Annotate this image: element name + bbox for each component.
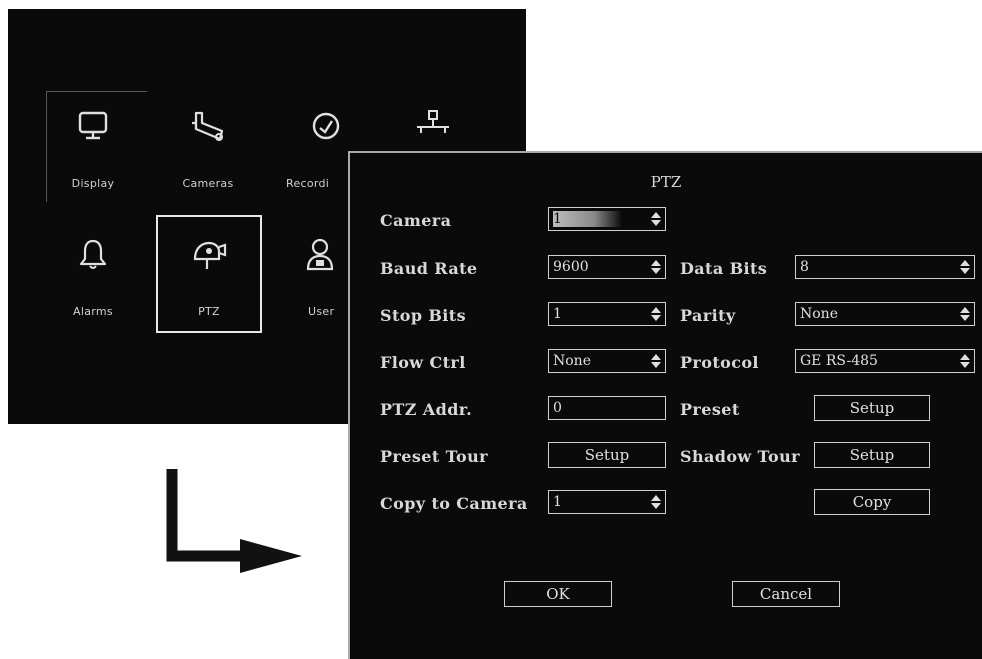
ptz-dialog: PTZ Camera 1 Baud Rate 9600 Data Bits 8 … [348, 151, 982, 659]
preset-label: Preset [680, 400, 740, 419]
menu-tile-cameras[interactable]: Cameras [158, 87, 258, 199]
spinner-icon[interactable] [650, 494, 662, 510]
preset-tour-setup-button[interactable]: Setup [548, 442, 666, 468]
cancel-button[interactable]: Cancel [732, 581, 840, 607]
preset-setup-button[interactable]: Setup [814, 395, 930, 421]
flow-ctrl-value: None [553, 353, 591, 369]
spinner-icon[interactable] [650, 259, 662, 275]
shadow-tour-setup-button[interactable]: Setup [814, 442, 930, 468]
parity-label: Parity [680, 306, 736, 325]
camera-icon [192, 111, 224, 141]
spinner-icon[interactable] [959, 306, 971, 322]
menu-tile-ptz[interactable]: PTZ [156, 215, 262, 333]
data-bits-value: 8 [800, 259, 809, 275]
parity-select[interactable]: None [795, 302, 975, 326]
spinner-icon[interactable] [959, 353, 971, 369]
data-bits-select[interactable]: 8 [795, 255, 975, 279]
menu-tile-label: Alarms [73, 305, 113, 318]
copy-to-camera-label: Copy to Camera [380, 494, 528, 513]
preset-tour-label: Preset Tour [380, 447, 488, 466]
baud-rate-value: 9600 [553, 259, 589, 275]
stop-bits-label: Stop Bits [380, 306, 466, 325]
transition-arrow-icon [166, 469, 302, 573]
protocol-value: GE RS-485 [800, 353, 878, 369]
menu-tile-label: PTZ [198, 305, 220, 318]
network-icon [417, 110, 449, 133]
menu-tile-alarms[interactable]: Alarms [43, 215, 143, 327]
protocol-label: Protocol [680, 353, 759, 372]
stop-bits-select[interactable]: 1 [548, 302, 666, 326]
clock-icon [312, 112, 340, 140]
spinner-icon[interactable] [650, 211, 662, 227]
flow-ctrl-label: Flow Ctrl [380, 353, 466, 372]
ptz-addr-value: 0 [553, 400, 562, 416]
spinner-icon[interactable] [650, 353, 662, 369]
camera-value: 1 [553, 211, 622, 227]
camera-select[interactable]: 1 [548, 207, 666, 231]
parity-value: None [800, 306, 838, 322]
baud-rate-label: Baud Rate [380, 259, 478, 278]
ok-button[interactable]: OK [504, 581, 612, 607]
spinner-icon[interactable] [959, 259, 971, 275]
menu-tile-display[interactable]: Display [43, 87, 143, 199]
ptz-addr-input[interactable]: 0 [548, 396, 666, 420]
protocol-select[interactable]: GE RS-485 [795, 349, 975, 373]
copy-button[interactable]: Copy [814, 489, 930, 515]
user-icon [306, 238, 334, 271]
copy-to-camera-select[interactable]: 1 [548, 490, 666, 514]
dialog-title: PTZ [650, 173, 682, 191]
flow-ctrl-select[interactable]: None [548, 349, 666, 373]
data-bits-label: Data Bits [680, 259, 768, 278]
copy-to-camera-value: 1 [553, 494, 562, 510]
baud-rate-select[interactable]: 9600 [548, 255, 666, 279]
shadow-tour-label: Shadow Tour [680, 447, 800, 466]
ptz-addr-label: PTZ Addr. [380, 400, 473, 419]
menu-tile-label: Cameras [182, 177, 234, 190]
monitor-icon [78, 111, 108, 140]
camera-label: Camera [380, 211, 452, 230]
stop-bits-value: 1 [553, 306, 562, 322]
menu-tile-label: Display [71, 177, 115, 190]
bell-icon [79, 239, 107, 269]
ptz-camera-icon [193, 241, 227, 269]
spinner-icon[interactable] [650, 306, 662, 322]
